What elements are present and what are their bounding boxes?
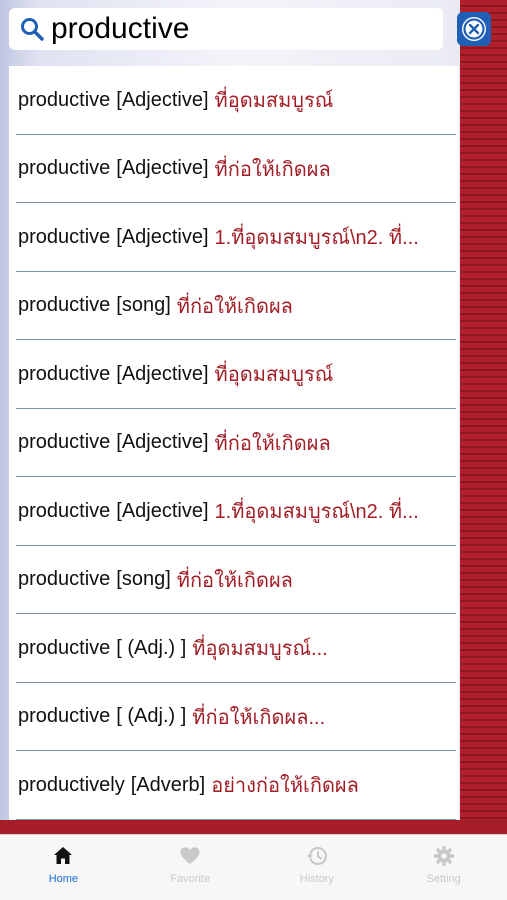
tab-label: Setting: [426, 873, 461, 885]
entry-translation: 1.ที่อุดมสมบูรณ์\n2. ที่...: [214, 227, 419, 250]
entry-translation: ที่ก่อให้เกิดผล: [214, 432, 331, 455]
entry-pos: [Adjective]: [116, 499, 209, 522]
entry-pos: [Adverb]: [130, 773, 206, 796]
tab-label: Favorite: [170, 873, 210, 885]
entry-translation: ที่ก่อให้เกิดผล: [176, 295, 293, 318]
entry-translation: ที่ก่อให้เกิดผล: [176, 569, 293, 592]
list-item[interactable]: productive [song] ที่ก่อให้เกิดผล: [9, 546, 459, 615]
entry-pos: [song]: [116, 294, 171, 317]
entry-translation: 1.ที่อุดมสมบูรณ์\n2. ที่...: [214, 501, 419, 524]
entry-translation: ที่อุดมสมบูรณ์: [214, 90, 334, 113]
list-item[interactable]: productive [Adjective] ที่ก่อให้เกิดผล: [9, 135, 459, 204]
entry-translation: อย่างก่อให้เกิดผล: [211, 775, 359, 798]
entry-pos: [ (Adj.) ]: [116, 705, 187, 728]
heart-icon: [180, 847, 200, 864]
entry-translation: ที่ก่อให้เกิดผล: [214, 158, 331, 181]
clear-search-button[interactable]: [457, 12, 491, 46]
list-item[interactable]: productive[ (Adj.) ] ที่ก่อให้เกิดผล...: [9, 683, 459, 752]
list-item[interactable]: productive [Adjective] ที่อุดมสมบูรณ์: [9, 66, 459, 135]
entry-word: productive: [18, 636, 111, 659]
entry-word: productive: [18, 157, 111, 180]
entry-word: productive: [18, 568, 111, 591]
entry-translation: ที่ก่อให้เกิดผล...: [192, 706, 326, 729]
entry-word: productively: [18, 773, 125, 796]
entry-word: productive: [18, 88, 111, 111]
clear-icon: [462, 17, 486, 41]
list-item[interactable]: productively [Adverb] อย่างก่อให้เกิดผล: [9, 751, 459, 820]
tab-home[interactable]: Home: [0, 835, 127, 900]
entry-pos: [Adjective]: [116, 225, 209, 248]
background-stripes: [460, 0, 507, 832]
gear-icon: [433, 846, 454, 866]
entry-pos: [Adjective]: [116, 362, 209, 385]
search-input[interactable]: [51, 11, 431, 47]
entry-pos: [Adjective]: [116, 157, 209, 180]
tab-bar: Home Favorite History Setting: [0, 834, 507, 900]
bottom-red-strip: [0, 820, 507, 834]
home-icon: [54, 847, 73, 864]
entry-word: productive: [18, 225, 111, 248]
entry-pos: [Adjective]: [116, 431, 209, 454]
entry-word: productive: [18, 431, 111, 454]
entry-word: productive: [18, 362, 111, 385]
entry-word: productive: [18, 705, 111, 728]
entry-translation: ที่อุดมสมบูรณ์: [214, 364, 334, 387]
entry-pos: [Adjective]: [116, 88, 209, 111]
entry-pos: [ (Adj.) ]: [116, 636, 187, 659]
entry-pos: [song]: [116, 568, 171, 591]
search-icon: [21, 18, 44, 41]
entry-translation: ที่อุดมสมบูรณ์...: [192, 638, 328, 661]
list-item[interactable]: productive [Adjective] 1.ที่อุดมสมบูรณ์\n2…: [9, 477, 459, 546]
entry-word: productive: [18, 499, 111, 522]
list-item[interactable]: productive [Adjective] ที่ก่อให้เกิดผล: [9, 409, 459, 478]
list-item[interactable]: productive [song] ที่ก่อให้เกิดผล: [9, 272, 459, 341]
tab-setting[interactable]: Setting: [380, 835, 507, 900]
tab-favorite[interactable]: Favorite: [127, 835, 254, 900]
tab-history[interactable]: History: [254, 835, 381, 900]
list-item[interactable]: productive [Adjective] 1.ที่อุดมสมบูรณ์\n2…: [9, 203, 459, 272]
entry-word: productive: [18, 294, 111, 317]
tab-label: Home: [48, 873, 79, 885]
history-icon: [306, 846, 327, 866]
list-item[interactable]: productive[ (Adj.) ] ที่อุดมสมบูรณ์...: [9, 614, 459, 683]
results-list: productive [Adjective] ที่อุดมสมบูรณ์ prod…: [9, 66, 459, 820]
tab-label: History: [299, 873, 334, 885]
list-item[interactable]: productive [Adjective] ที่อุดมสมบูรณ์: [9, 340, 459, 409]
search-bar[interactable]: [9, 8, 443, 50]
